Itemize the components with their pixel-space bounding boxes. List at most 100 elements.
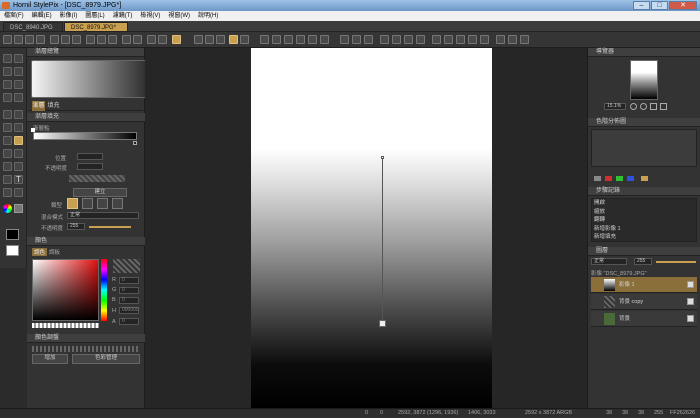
- menu-filter[interactable]: 濾鏡(T): [109, 11, 137, 21]
- brightness-icon[interactable]: [432, 35, 441, 44]
- tab-dsc-8979[interactable]: DSC_8979.JPG*: [64, 22, 128, 32]
- layer-row[interactable]: 背景: [591, 311, 697, 327]
- gradient-stop-start[interactable]: [31, 128, 35, 132]
- minimize-button[interactable]: –: [633, 1, 650, 10]
- align-bottom-icon[interactable]: [320, 35, 329, 44]
- levels-icon[interactable]: [456, 35, 465, 44]
- diamond-type-icon[interactable]: [112, 198, 123, 209]
- menu-image[interactable]: 影像(I): [56, 11, 82, 21]
- tab-dsc-8940[interactable]: DSC_8940.JPG: [3, 22, 63, 32]
- marquee-tool-icon[interactable]: [3, 67, 12, 76]
- magic-wand-tool-icon[interactable]: [3, 80, 12, 89]
- resize-icon[interactable]: [216, 35, 225, 44]
- background-color-swatch[interactable]: [6, 245, 19, 256]
- crop-tool-icon[interactable]: [14, 80, 23, 89]
- contrast-icon[interactable]: [444, 35, 453, 44]
- undo-icon[interactable]: [122, 35, 131, 44]
- brush-tool-icon[interactable]: [3, 110, 12, 119]
- create-gradient-button[interactable]: 建立: [73, 188, 127, 197]
- move-tool-icon[interactable]: [3, 54, 12, 63]
- fit-screen-icon[interactable]: [650, 103, 657, 110]
- menu-layer[interactable]: 圖層(L): [81, 11, 108, 21]
- gradient-start-handle[interactable]: [381, 156, 384, 159]
- color-management-button[interactable]: 色彩管理: [72, 354, 140, 364]
- add-swatch-button[interactable]: 增加: [32, 354, 68, 364]
- align-middle-icon[interactable]: [308, 35, 317, 44]
- gradient-fill-tool-icon[interactable]: [14, 136, 23, 145]
- layer-visibility-checkbox[interactable]: [687, 315, 694, 322]
- history-item[interactable]: 新增填充: [594, 233, 696, 242]
- window-split-icon[interactable]: [520, 35, 529, 44]
- color-wheel-icon[interactable]: [3, 204, 12, 213]
- pointer-tool-icon[interactable]: [14, 54, 23, 63]
- zoom-out-nav-icon[interactable]: [630, 103, 637, 110]
- hue-slider[interactable]: [101, 259, 107, 321]
- menu-window[interactable]: 視窗(W): [164, 11, 194, 21]
- align-center-icon[interactable]: [272, 35, 281, 44]
- crop-icon[interactable]: [194, 35, 203, 44]
- foreground-color-swatch[interactable]: [6, 229, 19, 240]
- zoom-out-icon[interactable]: [158, 35, 167, 44]
- lasso-tool-icon[interactable]: [14, 67, 23, 76]
- history-item[interactable]: 開啟: [594, 199, 696, 208]
- conical-type-icon[interactable]: [97, 198, 108, 209]
- actual-size-icon[interactable]: [660, 103, 667, 110]
- document-canvas[interactable]: [251, 48, 492, 408]
- select-tool-icon[interactable]: [3, 93, 12, 102]
- grid-icon[interactable]: [229, 35, 238, 44]
- layer-visibility-checkbox[interactable]: [687, 281, 694, 288]
- channel-blue-icon[interactable]: [627, 176, 634, 181]
- layer-opacity-field[interactable]: 255: [634, 258, 652, 265]
- step-icon[interactable]: [97, 35, 106, 44]
- layer-visibility-checkbox[interactable]: [687, 298, 694, 305]
- window-cascade-icon[interactable]: [508, 35, 517, 44]
- linear-type-icon[interactable]: [67, 198, 78, 209]
- close-button[interactable]: ✕: [669, 1, 697, 10]
- color-picker-field[interactable]: [32, 259, 99, 321]
- layer-name[interactable]: 影像 1: [619, 280, 635, 288]
- arrange-icon[interactable]: [364, 35, 373, 44]
- history-item[interactable]: 縮放: [594, 208, 696, 217]
- layer-name[interactable]: 背景: [619, 314, 630, 322]
- history-item[interactable]: 新增影像 1: [594, 225, 696, 234]
- pencil-tool-icon[interactable]: [3, 123, 12, 132]
- layer-blend-select[interactable]: 正常: [591, 258, 627, 265]
- flip-h-icon[interactable]: [380, 35, 389, 44]
- open-file-icon[interactable]: [14, 35, 23, 44]
- distribute-h-icon[interactable]: [340, 35, 349, 44]
- color-tab-palette[interactable]: 調色: [32, 248, 48, 256]
- opacity-stop-field[interactable]: [77, 163, 103, 170]
- fill-tool-icon[interactable]: [3, 136, 12, 145]
- alpha-field[interactable]: 255: [67, 223, 85, 230]
- channel-red-icon[interactable]: [605, 176, 612, 181]
- gradient-stop-end[interactable]: [133, 141, 137, 145]
- navigator-zoom-field[interactable]: 15.1%: [604, 103, 626, 110]
- channel-luminance-icon[interactable]: [641, 176, 648, 181]
- rotate-icon[interactable]: [108, 35, 117, 44]
- copy-icon[interactable]: [61, 35, 70, 44]
- align-left-icon[interactable]: [260, 35, 269, 44]
- color-tab-mix[interactable]: 調板: [49, 248, 60, 256]
- tab-fill[interactable]: 填充: [47, 101, 60, 111]
- hex-field[interactable]: 000000: [119, 307, 139, 314]
- hand-tool-icon[interactable]: [3, 188, 12, 197]
- channel-green-icon[interactable]: [616, 176, 623, 181]
- save-icon[interactable]: [25, 35, 34, 44]
- print-icon[interactable]: [36, 35, 45, 44]
- layer-opacity-slider[interactable]: [656, 261, 696, 263]
- smudge-tool-icon[interactable]: [3, 149, 12, 158]
- alpha-strip[interactable]: [32, 323, 99, 328]
- zoom-in-nav-icon[interactable]: [640, 103, 647, 110]
- alpha-slider[interactable]: [89, 226, 131, 228]
- zoom-in-icon[interactable]: [147, 35, 156, 44]
- navigator-thumbnail[interactable]: [630, 60, 658, 100]
- clone-tool-icon[interactable]: [14, 123, 23, 132]
- rotate-left-icon[interactable]: [404, 35, 413, 44]
- align-top-icon[interactable]: [296, 35, 305, 44]
- menu-help[interactable]: 說明(H): [194, 11, 222, 21]
- gradient-tool-icon[interactable]: [172, 35, 181, 44]
- gradient-editor-bar[interactable]: [33, 132, 137, 140]
- align-right-icon[interactable]: [284, 35, 293, 44]
- channel-rgb-icon[interactable]: [594, 176, 601, 181]
- flip-v-icon[interactable]: [392, 35, 401, 44]
